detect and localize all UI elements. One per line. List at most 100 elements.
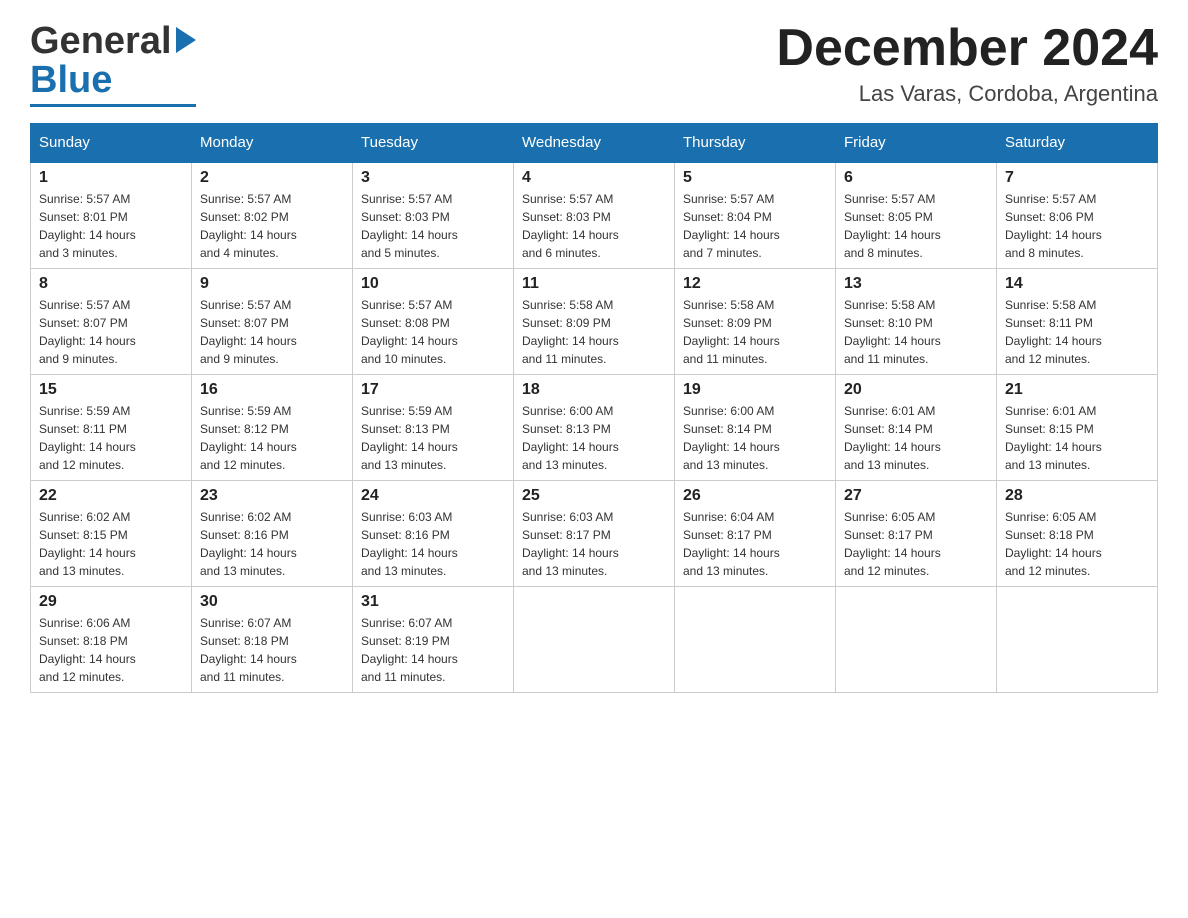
- table-row: 12 Sunrise: 5:58 AM Sunset: 8:09 PM Dayl…: [675, 269, 836, 375]
- table-row: 3 Sunrise: 5:57 AM Sunset: 8:03 PM Dayli…: [353, 162, 514, 269]
- logo-blue: Blue: [30, 59, 112, 102]
- table-row: 26 Sunrise: 6:04 AM Sunset: 8:17 PM Dayl…: [675, 481, 836, 587]
- col-thursday: Thursday: [675, 124, 836, 163]
- day-info: Sunrise: 5:58 AM Sunset: 8:11 PM Dayligh…: [1005, 296, 1149, 368]
- table-row: 20 Sunrise: 6:01 AM Sunset: 8:14 PM Dayl…: [836, 375, 997, 481]
- table-row: 31 Sunrise: 6:07 AM Sunset: 8:19 PM Dayl…: [353, 587, 514, 693]
- logo: General Blue: [30, 20, 196, 107]
- day-info: Sunrise: 6:00 AM Sunset: 8:14 PM Dayligh…: [683, 402, 827, 474]
- calendar-week-row: 8 Sunrise: 5:57 AM Sunset: 8:07 PM Dayli…: [31, 269, 1158, 375]
- day-info: Sunrise: 5:57 AM Sunset: 8:01 PM Dayligh…: [39, 190, 183, 262]
- table-row: 8 Sunrise: 5:57 AM Sunset: 8:07 PM Dayli…: [31, 269, 192, 375]
- table-row: 5 Sunrise: 5:57 AM Sunset: 8:04 PM Dayli…: [675, 162, 836, 269]
- day-number: 10: [361, 275, 505, 293]
- day-number: 7: [1005, 169, 1149, 187]
- table-row: 2 Sunrise: 5:57 AM Sunset: 8:02 PM Dayli…: [192, 162, 353, 269]
- day-info: Sunrise: 5:57 AM Sunset: 8:07 PM Dayligh…: [200, 296, 344, 368]
- day-number: 20: [844, 381, 988, 399]
- table-row: [997, 587, 1158, 693]
- day-info: Sunrise: 6:02 AM Sunset: 8:15 PM Dayligh…: [39, 508, 183, 580]
- day-info: Sunrise: 5:57 AM Sunset: 8:03 PM Dayligh…: [361, 190, 505, 262]
- table-row: 1 Sunrise: 5:57 AM Sunset: 8:01 PM Dayli…: [31, 162, 192, 269]
- day-info: Sunrise: 5:57 AM Sunset: 8:02 PM Dayligh…: [200, 190, 344, 262]
- col-wednesday: Wednesday: [514, 124, 675, 163]
- table-row: 18 Sunrise: 6:00 AM Sunset: 8:13 PM Dayl…: [514, 375, 675, 481]
- table-row: 29 Sunrise: 6:06 AM Sunset: 8:18 PM Dayl…: [31, 587, 192, 693]
- day-number: 12: [683, 275, 827, 293]
- day-info: Sunrise: 6:04 AM Sunset: 8:17 PM Dayligh…: [683, 508, 827, 580]
- col-tuesday: Tuesday: [353, 124, 514, 163]
- day-info: Sunrise: 5:57 AM Sunset: 8:03 PM Dayligh…: [522, 190, 666, 262]
- calendar-title: December 2024: [776, 20, 1158, 77]
- day-info: Sunrise: 6:02 AM Sunset: 8:16 PM Dayligh…: [200, 508, 344, 580]
- day-info: Sunrise: 6:05 AM Sunset: 8:17 PM Dayligh…: [844, 508, 988, 580]
- calendar-week-row: 22 Sunrise: 6:02 AM Sunset: 8:15 PM Dayl…: [31, 481, 1158, 587]
- table-row: 16 Sunrise: 5:59 AM Sunset: 8:12 PM Dayl…: [192, 375, 353, 481]
- day-info: Sunrise: 6:03 AM Sunset: 8:17 PM Dayligh…: [522, 508, 666, 580]
- day-info: Sunrise: 5:57 AM Sunset: 8:06 PM Dayligh…: [1005, 190, 1149, 262]
- day-number: 30: [200, 593, 344, 611]
- day-info: Sunrise: 6:01 AM Sunset: 8:14 PM Dayligh…: [844, 402, 988, 474]
- day-info: Sunrise: 5:57 AM Sunset: 8:07 PM Dayligh…: [39, 296, 183, 368]
- day-info: Sunrise: 5:58 AM Sunset: 8:10 PM Dayligh…: [844, 296, 988, 368]
- day-number: 22: [39, 487, 183, 505]
- table-row: 13 Sunrise: 5:58 AM Sunset: 8:10 PM Dayl…: [836, 269, 997, 375]
- day-info: Sunrise: 5:57 AM Sunset: 8:05 PM Dayligh…: [844, 190, 988, 262]
- day-number: 3: [361, 169, 505, 187]
- day-info: Sunrise: 5:59 AM Sunset: 8:13 PM Dayligh…: [361, 402, 505, 474]
- table-row: [514, 587, 675, 693]
- day-number: 28: [1005, 487, 1149, 505]
- day-info: Sunrise: 5:59 AM Sunset: 8:12 PM Dayligh…: [200, 402, 344, 474]
- table-row: 19 Sunrise: 6:00 AM Sunset: 8:14 PM Dayl…: [675, 375, 836, 481]
- table-row: 10 Sunrise: 5:57 AM Sunset: 8:08 PM Dayl…: [353, 269, 514, 375]
- day-info: Sunrise: 6:01 AM Sunset: 8:15 PM Dayligh…: [1005, 402, 1149, 474]
- day-number: 13: [844, 275, 988, 293]
- day-number: 17: [361, 381, 505, 399]
- day-number: 16: [200, 381, 344, 399]
- table-row: 4 Sunrise: 5:57 AM Sunset: 8:03 PM Dayli…: [514, 162, 675, 269]
- table-row: 25 Sunrise: 6:03 AM Sunset: 8:17 PM Dayl…: [514, 481, 675, 587]
- day-number: 1: [39, 169, 183, 187]
- day-info: Sunrise: 5:59 AM Sunset: 8:11 PM Dayligh…: [39, 402, 183, 474]
- table-row: 6 Sunrise: 5:57 AM Sunset: 8:05 PM Dayli…: [836, 162, 997, 269]
- day-number: 8: [39, 275, 183, 293]
- day-info: Sunrise: 5:58 AM Sunset: 8:09 PM Dayligh…: [522, 296, 666, 368]
- table-row: 14 Sunrise: 5:58 AM Sunset: 8:11 PM Dayl…: [997, 269, 1158, 375]
- day-info: Sunrise: 6:03 AM Sunset: 8:16 PM Dayligh…: [361, 508, 505, 580]
- table-row: 27 Sunrise: 6:05 AM Sunset: 8:17 PM Dayl…: [836, 481, 997, 587]
- col-monday: Monday: [192, 124, 353, 163]
- day-number: 24: [361, 487, 505, 505]
- day-number: 25: [522, 487, 666, 505]
- day-number: 6: [844, 169, 988, 187]
- table-row: 9 Sunrise: 5:57 AM Sunset: 8:07 PM Dayli…: [192, 269, 353, 375]
- day-info: Sunrise: 6:07 AM Sunset: 8:19 PM Dayligh…: [361, 614, 505, 686]
- day-number: 15: [39, 381, 183, 399]
- day-number: 26: [683, 487, 827, 505]
- page-header: General Blue December 2024 Las Varas, Co…: [30, 20, 1158, 107]
- table-row: 7 Sunrise: 5:57 AM Sunset: 8:06 PM Dayli…: [997, 162, 1158, 269]
- table-row: 22 Sunrise: 6:02 AM Sunset: 8:15 PM Dayl…: [31, 481, 192, 587]
- day-info: Sunrise: 6:06 AM Sunset: 8:18 PM Dayligh…: [39, 614, 183, 686]
- day-info: Sunrise: 5:58 AM Sunset: 8:09 PM Dayligh…: [683, 296, 827, 368]
- table-row: 23 Sunrise: 6:02 AM Sunset: 8:16 PM Dayl…: [192, 481, 353, 587]
- title-block: December 2024 Las Varas, Cordoba, Argent…: [776, 20, 1158, 107]
- calendar-table: Sunday Monday Tuesday Wednesday Thursday…: [30, 123, 1158, 693]
- calendar-week-row: 1 Sunrise: 5:57 AM Sunset: 8:01 PM Dayli…: [31, 162, 1158, 269]
- table-row: 21 Sunrise: 6:01 AM Sunset: 8:15 PM Dayl…: [997, 375, 1158, 481]
- table-row: 15 Sunrise: 5:59 AM Sunset: 8:11 PM Dayl…: [31, 375, 192, 481]
- table-row: 28 Sunrise: 6:05 AM Sunset: 8:18 PM Dayl…: [997, 481, 1158, 587]
- day-number: 14: [1005, 275, 1149, 293]
- calendar-header-row: Sunday Monday Tuesday Wednesday Thursday…: [31, 124, 1158, 163]
- day-info: Sunrise: 6:00 AM Sunset: 8:13 PM Dayligh…: [522, 402, 666, 474]
- calendar-week-row: 15 Sunrise: 5:59 AM Sunset: 8:11 PM Dayl…: [31, 375, 1158, 481]
- calendar-week-row: 29 Sunrise: 6:06 AM Sunset: 8:18 PM Dayl…: [31, 587, 1158, 693]
- table-row: [836, 587, 997, 693]
- table-row: 30 Sunrise: 6:07 AM Sunset: 8:18 PM Dayl…: [192, 587, 353, 693]
- day-number: 11: [522, 275, 666, 293]
- table-row: 11 Sunrise: 5:58 AM Sunset: 8:09 PM Dayl…: [514, 269, 675, 375]
- day-number: 5: [683, 169, 827, 187]
- day-number: 23: [200, 487, 344, 505]
- day-number: 9: [200, 275, 344, 293]
- logo-underline: [30, 104, 196, 107]
- col-saturday: Saturday: [997, 124, 1158, 163]
